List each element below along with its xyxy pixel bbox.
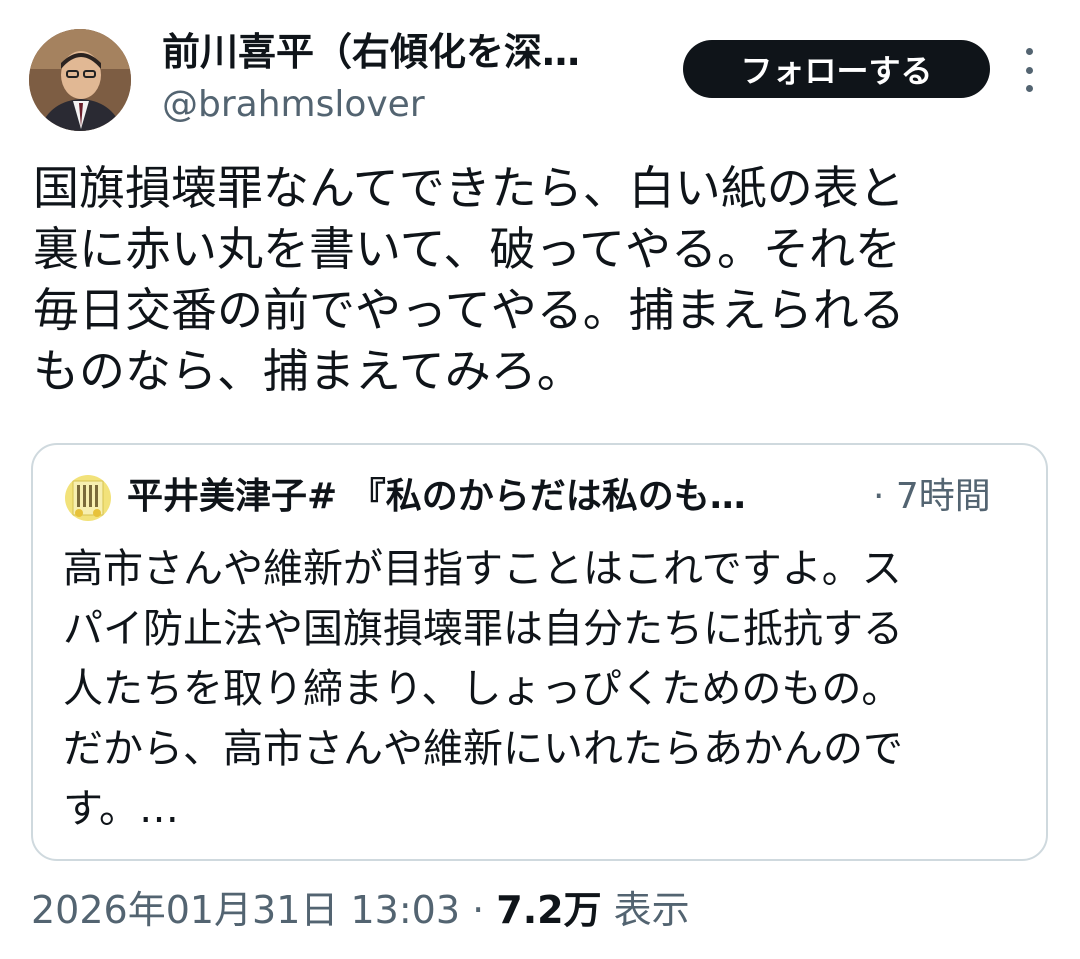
- author-display-name[interactable]: 前川喜平（右傾化を深…: [162, 26, 672, 78]
- quoted-text-line: 人たちを取り締まり、しょっぴくためのもの。: [63, 666, 902, 712]
- tweet-text-line: 裏に赤い丸を書いて、破ってやる。それを: [33, 222, 902, 276]
- quoted-text-line: だから、高市さんや維新にいれたらあかんので: [63, 726, 903, 772]
- footer-separator: ·: [460, 888, 497, 932]
- author-handle[interactable]: @brahmslover: [162, 80, 425, 130]
- quoted-text-line: パイ防止法や国旗損壊罪は自分たちに抵抗する: [63, 606, 903, 652]
- tweet-timestamp[interactable]: 2026年01月31日 13:03: [31, 888, 460, 932]
- quoted-text-line: す。…: [63, 786, 179, 832]
- view-count[interactable]: 7.2万: [496, 888, 601, 932]
- tweet-text-line: 毎日交番の前でやってやる。捕まえられる: [33, 283, 905, 337]
- quoted-tweet-time: · 7時間: [873, 476, 991, 517]
- avatar-photo: [29, 29, 131, 131]
- author-avatar[interactable]: [29, 29, 131, 131]
- quoted-tweet-card[interactable]: 平井美津子# 『私のからだは私のも… · 7時間 高市さんや維新が目指すことはこ…: [31, 443, 1048, 861]
- tweet-text-line: 国旗損壊罪なんてできたら、白い紙の表と: [33, 161, 905, 215]
- more-options-icon[interactable]: [1016, 48, 1042, 92]
- tweet-text-line: ものなら、捕まえてみろ。: [33, 344, 583, 398]
- view-label: 表示: [601, 888, 690, 932]
- quoted-avatar-image: [65, 475, 111, 521]
- quoted-text-line: 高市さんや維新が目指すことはこれですよ。ス: [63, 546, 902, 592]
- tweet-footer: 2026年01月31日 13:03 · 7.2万 表示: [31, 884, 690, 936]
- quoted-author-avatar[interactable]: [65, 475, 111, 521]
- quoted-author-name[interactable]: 平井美津子# 『私のからだは私のも…: [127, 473, 867, 521]
- quoted-tweet-text: 高市さんや維新が目指すことはこれですよ。ス パイ防止法や国旗損壊罪は自分たちに抵…: [63, 539, 1038, 839]
- follow-button[interactable]: フォローする: [683, 40, 990, 98]
- tweet-text: 国旗損壊罪なんてできたら、白い紙の表と 裏に赤い丸を書いて、破ってやる。それを …: [33, 158, 1053, 402]
